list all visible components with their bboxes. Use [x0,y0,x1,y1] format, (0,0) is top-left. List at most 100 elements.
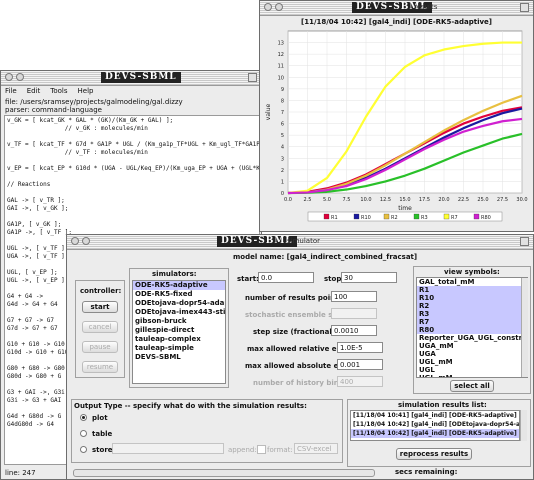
editor-titlebar[interactable]: DEVS-SBML [1,71,261,86]
symbol-item[interactable]: R3 [417,310,527,318]
plot-radio[interactable] [80,414,87,421]
stop-input[interactable]: 30 [341,272,397,283]
file-path: file: /users/sramsey/projects/galmodelin… [5,98,183,106]
legend-label: R1 [331,215,338,221]
x-tick-label: 2.5 [304,197,312,203]
simulators-list[interactable]: ODE-RK5-adaptive ODE-RK5-fixed ODEtojava-d… [132,280,226,384]
minimize-icon[interactable] [275,3,283,11]
symbol-item[interactable]: UGL_mM [417,374,527,377]
symbol-item[interactable]: GAL_total_mM [417,278,527,286]
legend-swatch-r1 [323,213,330,220]
simulator-item[interactable]: DEVS-SBML [133,353,225,362]
symbol-item[interactable]: R2 [417,302,527,310]
resume-button[interactable]: resume [82,361,118,373]
menu-tools[interactable]: Tools [50,87,67,95]
legend-label: R10 [361,215,371,221]
symbol-item[interactable]: R10 [417,294,527,302]
view-symbols-panel: view symbols: GAL_total_mM R1 R10 R2 R3 R7 R80… [413,266,531,394]
max-abs-error-input[interactable]: 0.001 [337,359,383,370]
y-tick-label: 1 [281,179,284,185]
simulator-window: DEVS-SBML simulator model name: [gal4_in… [66,234,534,480]
minimize-icon[interactable] [16,73,24,81]
results-list-scrollbar[interactable] [520,410,527,441]
pause-button[interactable]: pause [82,341,118,353]
result-item[interactable]: [11/18/04 10:41] [gal4_indi] [ODE-RK5-ad… [351,411,519,420]
close-icon[interactable] [264,3,272,11]
simulator-item[interactable]: tauleap-complex [133,335,225,344]
simulator-item[interactable]: ODEtojava-imex443-stiff [133,308,225,317]
table-radio[interactable] [80,430,87,437]
legend-swatch-r80 [473,213,480,220]
minimize-icon[interactable] [82,237,90,245]
y-tick-label: 8 [281,98,284,104]
x-tick-label: 17.5 [419,197,430,203]
max-rel-error-input[interactable]: 1.0E-5 [337,342,383,353]
symbol-item[interactable]: Reporter_UGA_UGL_constraint [417,334,527,342]
menu-help[interactable]: Help [78,87,94,95]
close-icon[interactable] [71,237,79,245]
controller-panel: controller: start cancel pause resume [75,280,125,378]
simulator-item[interactable]: gibson-bruck [133,317,225,326]
parser-label: parser: command-language [5,106,102,114]
start-input[interactable]: 0.0 [258,272,314,283]
symbol-item[interactable]: R80 [417,326,527,334]
y-tick-label: 2 [281,168,284,174]
view-symbols-list[interactable]: GAL_total_mM R1 R10 R2 R3 R7 R80 Reporter_UGA_U… [416,277,528,378]
y-tick-label: 12 [278,52,284,58]
symbol-item[interactable]: UGA_mM [417,342,527,350]
reprocess-results-button[interactable]: reprocess results [396,448,472,460]
x-tick-label: 15.0 [399,197,410,203]
start-button[interactable]: start [82,301,118,313]
x-tick-label: 20.0 [438,197,449,203]
simulator-item[interactable]: gillespie-direct [133,326,225,335]
code-line: // Reactions [7,181,51,188]
format-select[interactable]: CSV-excel [294,443,338,454]
store-file-input[interactable] [112,443,224,454]
legend-swatch-r10 [353,213,360,220]
symbol-item[interactable]: UGL [417,366,527,374]
cancel-button[interactable]: cancel [82,321,118,333]
menu-file[interactable]: File [5,87,17,95]
maximize-icon[interactable] [520,237,529,246]
ensemble-input[interactable] [331,308,377,319]
symbol-item[interactable]: R7 [417,318,527,326]
legend-label: R7 [451,215,458,221]
maximize-icon[interactable] [520,3,529,12]
symbol-item[interactable]: UGA [417,350,527,358]
legend-swatch-r2 [383,213,390,220]
results-list-label: simulation results list: [398,401,487,409]
simulator-titlebar[interactable]: DEVS-SBML simulator [67,235,533,250]
symbol-item[interactable]: R1 [417,286,527,294]
result-item[interactable]: [11/18/04 10:42] [gal4_indi] [ODEtojava-… [351,420,519,429]
x-tick-label: 30.0 [516,197,527,203]
history-bins-input[interactable]: 400 [337,376,383,387]
view-symbols-scrollbar[interactable] [521,278,528,377]
simulator-item[interactable]: ODEtojava-dopr54-adaptive [133,299,225,308]
result-item[interactable]: [11/18/04 10:42] [gal4_indi] [ODE-RK5-ad… [351,429,519,438]
editor-title: DEVS-SBML [101,72,181,83]
store-radio[interactable] [80,446,87,453]
x-tick-label: 27.5 [497,197,508,203]
menu-edit[interactable]: Edit [27,87,41,95]
code-line: v_EP = [ kcat_EP * G10d * (UGA - UGL/Keq… [7,165,259,172]
append-checkbox[interactable] [257,445,266,454]
simulator-item[interactable]: tauleap-simple [133,344,225,353]
select-all-button[interactable]: select all [450,380,494,392]
output-type-label: Output Type -- specify what do with the … [74,402,307,410]
simulator-item[interactable]: ODE-RK5-adaptive [133,281,225,290]
simulator-item[interactable]: ODE-RK5-fixed [133,290,225,299]
results-list[interactable]: [11/18/04 10:41] [gal4_indi] [ODE-RK5-ad… [350,410,520,441]
results-titlebar[interactable]: DEVS-SBML results [260,1,533,16]
num-points-input[interactable]: 100 [331,291,377,302]
x-tick-label: 22.5 [458,197,469,203]
symbol-item[interactable]: UGL_mM [417,358,527,366]
step-size-input[interactable]: 0.0010 [331,325,377,336]
close-icon[interactable] [5,73,13,81]
x-axis-label: time [398,205,412,212]
legend-swatch-r7 [443,213,450,220]
maximize-icon[interactable] [248,73,257,82]
legend-label: R80 [481,215,491,221]
results-list-panel: simulation results list: [11/18/04 10:41… [347,399,531,467]
start-label: start: [237,275,259,283]
